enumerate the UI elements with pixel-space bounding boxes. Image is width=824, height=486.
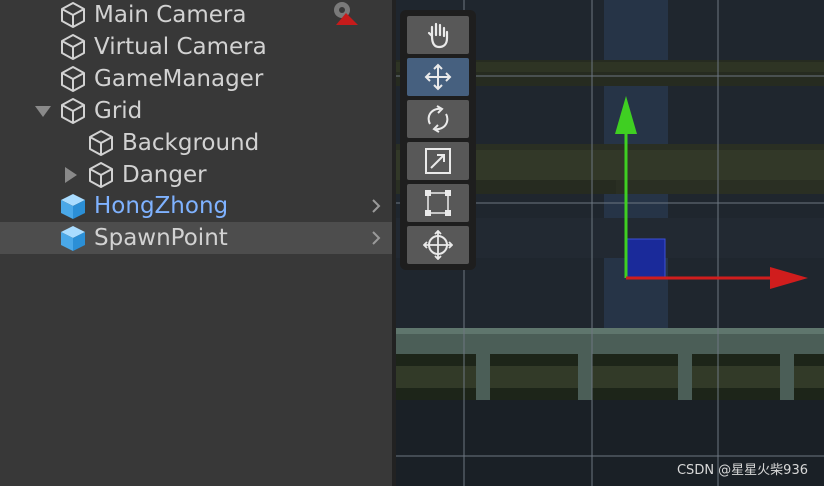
camera-gear-icon [334,2,358,25]
watermark: CSDN @星星火柴936 [676,463,808,478]
cube-outline-icon [61,2,85,28]
cube-outline-icon [89,130,113,156]
hand-icon [427,22,449,49]
rect-tool-button[interactable] [407,184,469,222]
cube-outline-icon [61,34,85,60]
move-tool-button[interactable] [407,58,469,96]
rect-icon [425,190,451,216]
hierarchy-item-gamemanager[interactable]: GameManager [0,63,392,95]
hierarchy-item-label: Background [122,130,260,156]
hand-tool-button[interactable] [407,16,469,54]
hierarchy-item-virtual-camera[interactable]: Virtual Camera [0,31,392,63]
chevron-right-icon[interactable] [368,198,384,214]
hierarchy-item-background[interactable]: Background [0,127,392,159]
hierarchy-item-grid[interactable]: Grid [0,95,392,127]
hierarchy-item-main-camera[interactable]: Main Camera [0,0,392,31]
scale-tool-button[interactable] [407,142,469,180]
gizmo-y-arrow [615,96,637,134]
hierarchy-item-label: HongZhong [94,193,229,219]
cube-outline-icon [61,98,85,124]
foldout-collapsed-icon[interactable] [62,166,80,184]
chevron-right-icon[interactable] [368,230,384,246]
hierarchy-item-spawnpoint[interactable]: SpawnPoint [0,222,392,254]
hierarchy-item-label: Grid [94,98,143,124]
hierarchy-item-label: Virtual Camera [94,34,267,60]
scale-icon [425,148,451,174]
hierarchy-item-label: Main Camera [94,2,247,28]
prefab-cube-icon [61,226,85,251]
hierarchy-item-label: SpawnPoint [94,225,228,251]
transform-tool-button[interactable] [407,226,469,264]
hierarchy-panel: Main Camera Virtual Camera GameManager G… [0,0,392,486]
rotate-tool-button[interactable] [407,100,469,138]
cube-outline-icon [61,66,85,92]
gizmo-xy-plane-handle [626,238,666,278]
rotate-icon [427,105,449,133]
prefab-cube-icon [61,194,85,219]
cube-outline-icon [89,162,113,188]
hierarchy-item-label: Danger [122,162,207,188]
hierarchy-item-hongzhong[interactable]: HongZhong [0,190,392,222]
hierarchy-item-danger[interactable]: Danger [0,159,392,191]
gizmo-x-arrow [770,267,808,289]
foldout-expanded-icon[interactable] [34,102,52,120]
move-arrows-icon [424,63,452,91]
hierarchy-item-label: GameManager [94,66,264,92]
transform-icon [423,230,453,260]
scene-tools-overlay [400,10,476,270]
